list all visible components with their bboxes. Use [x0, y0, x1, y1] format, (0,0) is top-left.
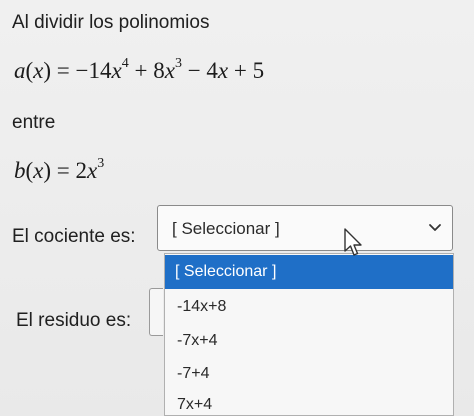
- poly-a-var: x: [33, 58, 44, 83]
- separator-text: entre: [12, 112, 56, 133]
- chevron-down-icon: [429, 224, 441, 231]
- residuo-select[interactable]: [149, 288, 163, 336]
- poly-a-term2-exp: 3: [174, 56, 182, 72]
- option-7x-plus-4[interactable]: 7x+4: [165, 388, 453, 415]
- poly-b-coef: 2: [75, 158, 88, 183]
- poly-a-term3-coef: 4: [206, 58, 218, 83]
- poly-b-exp: 3: [97, 156, 105, 172]
- poly-a-term1-coef: −14: [75, 58, 112, 83]
- cociente-label: El cociente es:: [12, 226, 136, 247]
- polynomial-b: b(x) = 2x3: [14, 156, 105, 183]
- poly-a-term2-coef: 8: [153, 58, 165, 83]
- option-neg14x-plus-8[interactable]: -14x+8: [165, 290, 453, 324]
- residuo-label: El residuo es:: [16, 310, 132, 331]
- cociente-selected-value: [ Seleccionar ]: [172, 219, 280, 238]
- poly-a-term1-var: x: [111, 58, 122, 83]
- poly-a-term2-var: x: [164, 58, 175, 83]
- mouse-pointer-icon: [344, 228, 362, 256]
- poly-a-term1-exp: 4: [121, 56, 129, 72]
- option-neg7x-plus-4[interactable]: -7x+4: [165, 324, 453, 358]
- poly-a-fn: a: [14, 58, 26, 83]
- poly-b-fn: b: [14, 158, 26, 183]
- quiz-page: Al dividir los polinomios a(x) = −14x4 +…: [0, 0, 474, 416]
- polynomial-a: a(x) = −14x4 + 8x3 − 4x + 5: [14, 56, 265, 83]
- poly-a-constant: 5: [252, 58, 265, 83]
- poly-a-term3-var: x: [217, 58, 229, 83]
- option-placeholder[interactable]: [ Seleccionar ]: [165, 255, 453, 289]
- cociente-select[interactable]: [ Seleccionar ]: [157, 205, 453, 251]
- poly-b-var: x: [33, 158, 44, 183]
- cociente-dropdown-list: [ Seleccionar ] -14x+8 -7x+4 -7+4 7x+4: [164, 253, 454, 416]
- option-neg7-plus-4[interactable]: -7+4: [165, 357, 453, 391]
- poly-b-term-var: x: [87, 158, 98, 183]
- question-prompt: Al dividir los polinomios: [12, 12, 210, 33]
